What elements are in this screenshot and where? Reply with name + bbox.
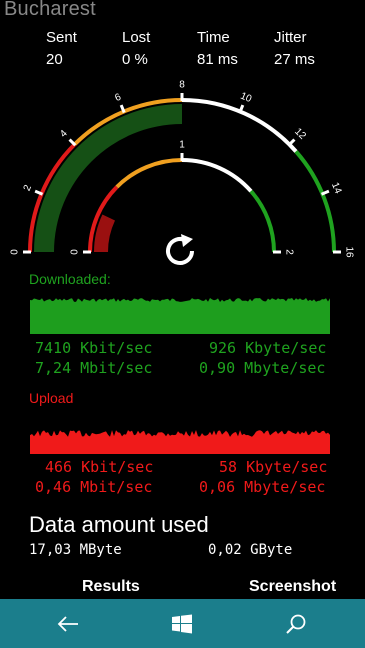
upload-mbit: 0,46 Mbit/sec [35, 478, 153, 496]
outer-gauge-tick-label: 2 [22, 183, 34, 193]
inner-arc-green [249, 189, 276, 253]
stat-jitter-value: 27 ms [274, 51, 315, 68]
inner-arc-white [181, 158, 253, 193]
outer-gauge-tick-label: 4 [58, 128, 70, 140]
results-button[interactable]: Results [82, 578, 140, 596]
outer-gauge-tick [287, 138, 296, 147]
download-graph [30, 298, 330, 334]
upload-mbyte: 0,06 Mbyte/sec [199, 478, 326, 496]
download-mbyte: 0,90 Mbyte/sec [199, 359, 326, 377]
windows-logo-icon [172, 614, 192, 634]
upload-kbyte: 58 Kbyte/sec [219, 458, 328, 476]
outer-gauge-tick-label: 14 [329, 181, 344, 196]
refresh-icon[interactable] [161, 232, 199, 270]
download-kbit: 7410 Kbit/sec [35, 339, 153, 357]
data-amount-title: Data amount used [29, 512, 209, 537]
outer-gauge-tick [68, 138, 77, 147]
stat-jitter-label: Jitter [274, 29, 307, 46]
search-icon [286, 614, 306, 634]
stat-lost-value: 0 % [122, 51, 148, 68]
stat-sent: Sent 20 [46, 30, 77, 68]
search-button[interactable] [276, 609, 316, 639]
inner-gauge-tick-label: 1 [179, 140, 185, 151]
upload-kbit: 466 Kbit/sec [45, 458, 154, 476]
inner-gauge-tick-label: 2 [283, 249, 294, 255]
outer-gauge-tick-label: 8 [179, 80, 185, 91]
outer-arc-green [294, 150, 336, 253]
data-amount-gbyte: 0,02 GByte [208, 542, 293, 558]
stat-lost: Lost 0 % [122, 30, 150, 68]
page-title: Bucharest [4, 0, 96, 20]
system-nav-bar [0, 599, 365, 648]
home-button[interactable] [162, 609, 202, 639]
stat-lost-label: Lost [122, 29, 151, 46]
stat-time: Time 81 ms [197, 30, 238, 68]
download-kbyte: 926 Kbyte/sec [209, 339, 327, 357]
data-amount-mbyte: 17,03 MByte [29, 542, 122, 558]
bottom-tabs: Results Screenshot [0, 578, 365, 600]
upload-label: Upload [29, 390, 74, 406]
inner-arc-orange [115, 157, 183, 189]
upload-graph-area [30, 430, 330, 454]
stat-sent-value: 20 [46, 51, 63, 68]
upload-graph [30, 430, 330, 454]
outer-arc-white [181, 98, 298, 153]
stat-sent-label: Sent [46, 29, 77, 46]
download-graph-area [30, 298, 330, 334]
back-button[interactable] [48, 609, 88, 639]
outer-gauge-tick-label: 6 [113, 92, 123, 104]
inner-gauge-tick-label: 0 [70, 249, 81, 255]
stat-jitter: Jitter 27 ms [274, 30, 315, 68]
back-arrow-icon [57, 616, 78, 632]
stat-time-value: 81 ms [197, 51, 238, 68]
stat-time-label: Time [197, 29, 230, 46]
outer-gauge-tick-label: 16 [343, 246, 354, 258]
outer-gauge-tick-label: 10 [239, 91, 254, 106]
outer-gauge-tick-label: 0 [10, 249, 21, 255]
screenshot-button[interactable]: Screenshot [249, 578, 336, 596]
download-mbit: 7,24 Mbit/sec [35, 359, 153, 377]
ping-stats: Sent 20 Lost 0 % Time 81 ms Jitter 27 ms [0, 30, 365, 72]
download-label: Downloaded: [29, 271, 111, 287]
